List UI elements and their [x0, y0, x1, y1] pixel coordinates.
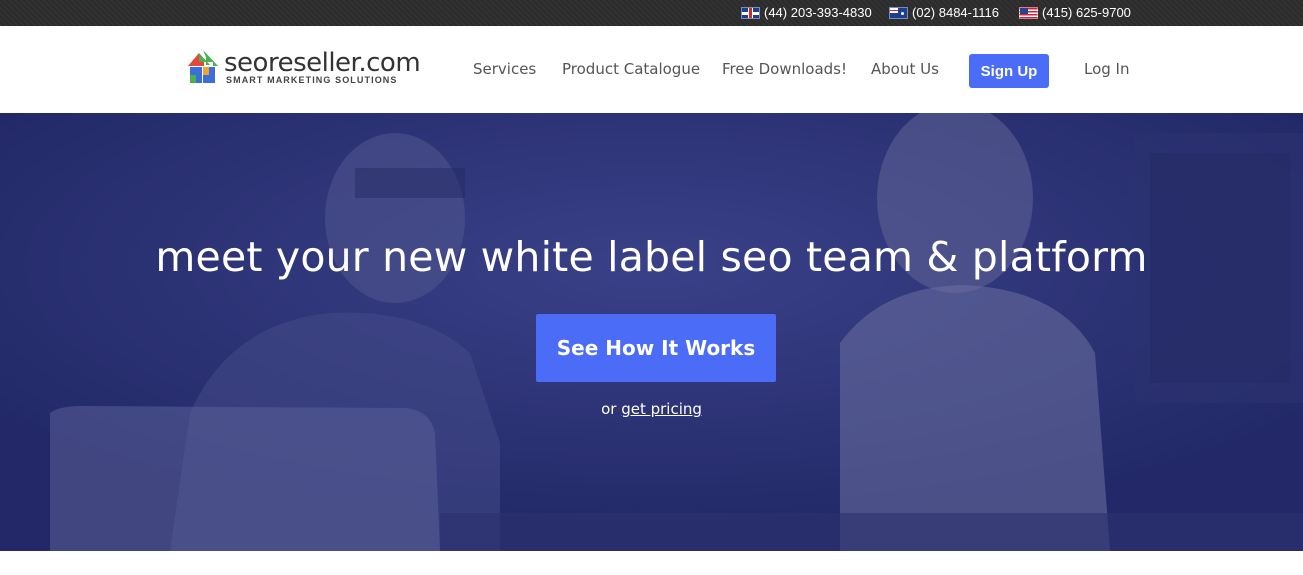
phone-au[interactable]: (02) 8484-1116 [889, 5, 999, 20]
phone-number: (02) 8484-1116 [912, 5, 999, 20]
top-contact-bar: (44) 203-393-4830 (02) 8484-1116 (415) 6… [0, 0, 1303, 26]
hero-section: meet your new white label seo team & pla… [0, 113, 1303, 551]
nav-product-catalogue[interactable]: Product Catalogue [562, 60, 700, 78]
uk-flag-icon [741, 6, 760, 19]
house-arrow-logo-icon [188, 50, 218, 83]
brand-tagline: SMART MARKETING SOLUTIONS [226, 75, 398, 85]
site-logo[interactable]: seoreseller.com SMART MARKETING SOLUTION… [186, 48, 421, 88]
page-bottom-strip [0, 551, 1303, 575]
au-flag-icon [889, 6, 908, 19]
pricing-line: or get pricing [0, 400, 1303, 418]
phone-us[interactable]: (415) 625-9700 [1019, 5, 1131, 20]
phone-uk[interactable]: (44) 203-393-4830 [741, 5, 872, 20]
nav-free-downloads[interactable]: Free Downloads! [722, 60, 847, 78]
nav-services[interactable]: Services [473, 60, 536, 78]
hero-headline: meet your new white label seo team & pla… [155, 233, 1148, 281]
get-pricing-link[interactable]: get pricing [621, 400, 702, 418]
sign-up-button[interactable]: Sign Up [969, 54, 1049, 88]
phone-number: (44) 203-393-4830 [764, 5, 872, 20]
log-in-link[interactable]: Log In [1084, 60, 1130, 78]
main-header: seoreseller.com SMART MARKETING SOLUTION… [0, 26, 1303, 113]
see-how-it-works-button[interactable]: See How It Works [536, 314, 776, 382]
nav-about-us[interactable]: About Us [871, 60, 939, 78]
phone-number: (415) 625-9700 [1042, 5, 1131, 20]
us-flag-icon [1019, 6, 1038, 19]
or-text: or [601, 400, 617, 418]
brand-name: seoreseller.com [224, 48, 421, 78]
